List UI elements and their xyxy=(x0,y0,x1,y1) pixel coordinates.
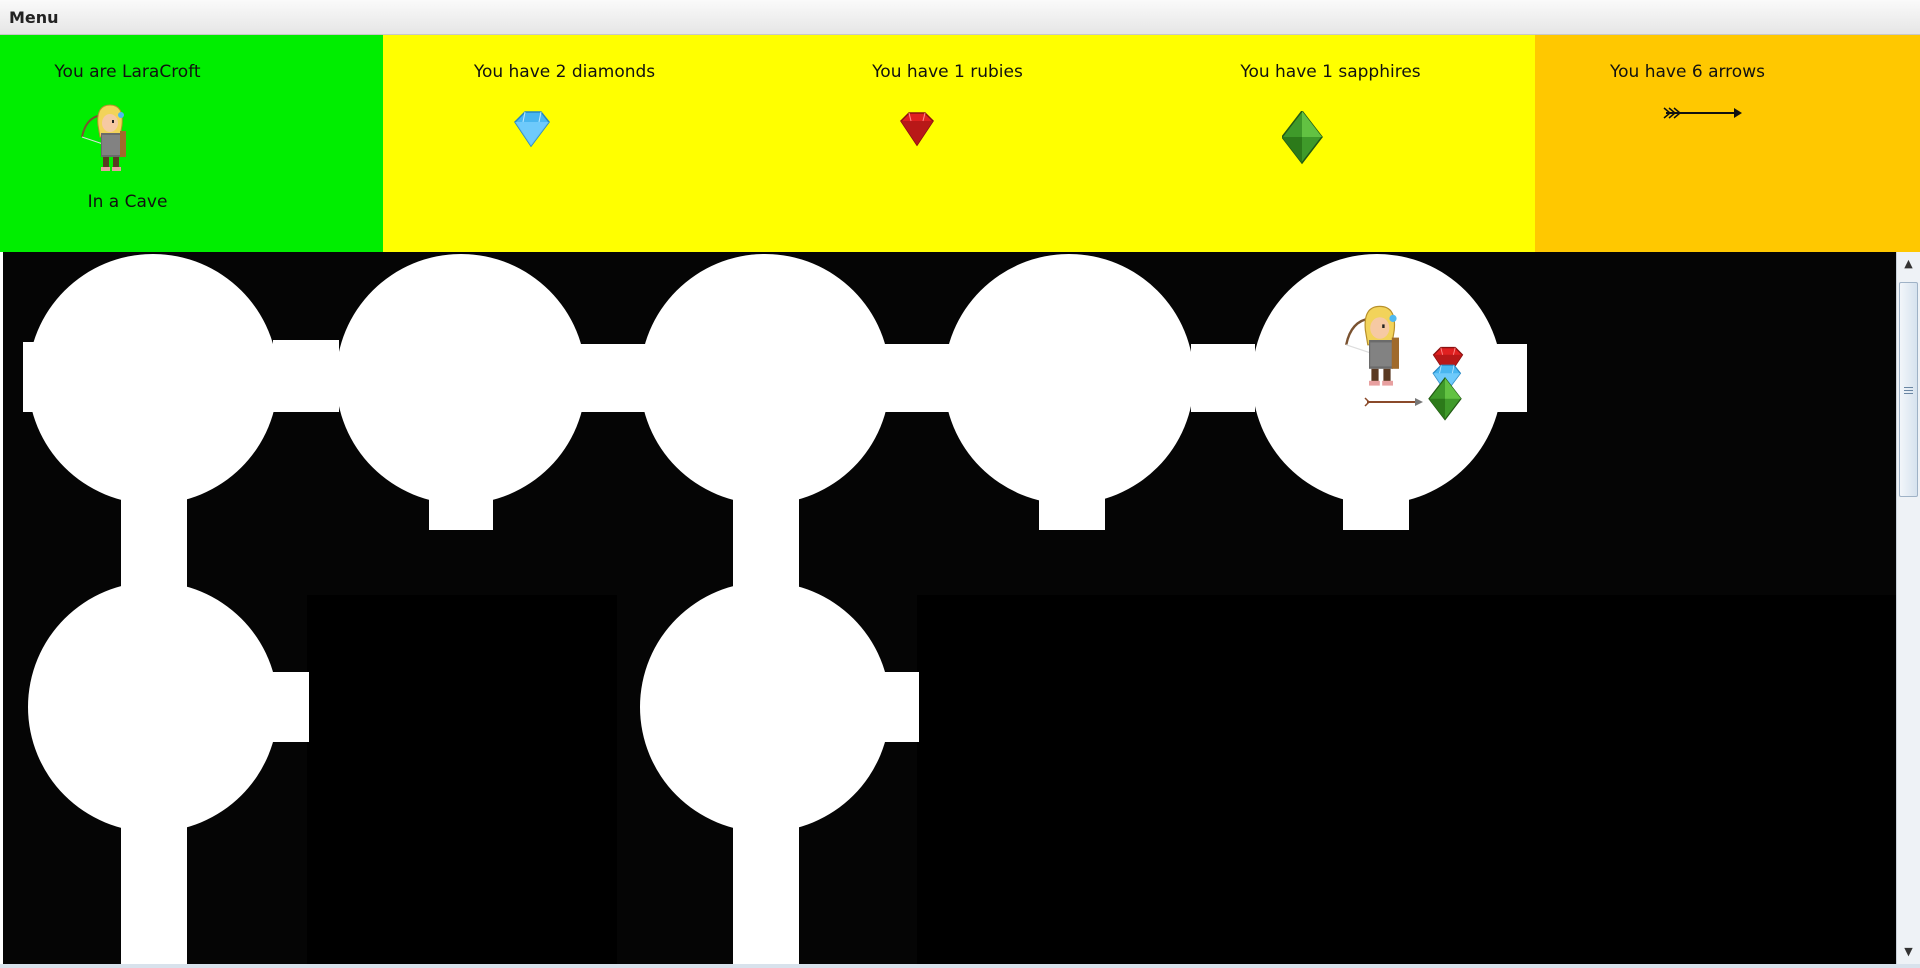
ruby-icon xyxy=(900,112,934,146)
scroll-down-button[interactable]: ▼ xyxy=(1899,942,1918,961)
scroll-up-button[interactable]: ▲ xyxy=(1899,254,1918,273)
arrows-label: You have 6 arrows xyxy=(1610,62,1765,82)
tunnel xyxy=(273,340,339,412)
location-label: In a Cave xyxy=(87,192,168,212)
cave-map[interactable] xyxy=(3,252,1896,964)
status-bar: You are LaraCroft In a Cave You have 2 d… xyxy=(0,35,1920,252)
tunnel xyxy=(733,826,799,964)
tunnel xyxy=(121,826,187,964)
tunnel xyxy=(885,672,919,742)
menu-button[interactable]: Menu xyxy=(9,8,59,27)
diamonds-label: You have 2 diamonds xyxy=(473,62,656,82)
diamond-icon xyxy=(514,111,550,147)
gems-panel: You have 2 diamonds You have 1 rubies Yo… xyxy=(383,35,1535,252)
tunnel xyxy=(121,498,187,588)
cave-map-canvas xyxy=(3,252,1896,964)
tunnel xyxy=(1343,498,1409,530)
tunnel xyxy=(429,498,493,530)
player-panel: You are LaraCroft In a Cave xyxy=(0,35,383,252)
tunnel xyxy=(1497,344,1527,412)
tunnel xyxy=(273,672,309,742)
sapphire-icon xyxy=(1282,111,1323,164)
tunnel xyxy=(1191,344,1255,412)
arrows-panel: You have 6 arrows xyxy=(1535,35,1920,252)
scroll-thumb[interactable] xyxy=(1899,282,1918,497)
tunnel xyxy=(581,344,645,412)
vertical-scrollbar[interactable]: ▲ ▼ xyxy=(1896,252,1920,966)
cave-room xyxy=(336,254,586,504)
cave-room xyxy=(640,254,890,504)
cave-room xyxy=(28,582,278,832)
player-name-label: You are LaraCroft xyxy=(54,62,201,82)
horizontal-scrollbar[interactable] xyxy=(0,964,1920,968)
menu-bar: Menu xyxy=(0,0,1920,35)
cave-room xyxy=(640,582,890,832)
archer-character-icon xyxy=(81,104,127,172)
rubies-label: You have 1 rubies xyxy=(872,62,1023,82)
tunnel xyxy=(1039,498,1105,530)
tunnel xyxy=(733,498,799,588)
arrow-icon xyxy=(1663,107,1743,119)
tunnel xyxy=(885,344,951,412)
sapphires-label: You have 1 sapphires xyxy=(1240,62,1421,82)
cave-room xyxy=(944,254,1194,504)
cave-room xyxy=(28,254,278,504)
tunnel xyxy=(23,342,35,412)
